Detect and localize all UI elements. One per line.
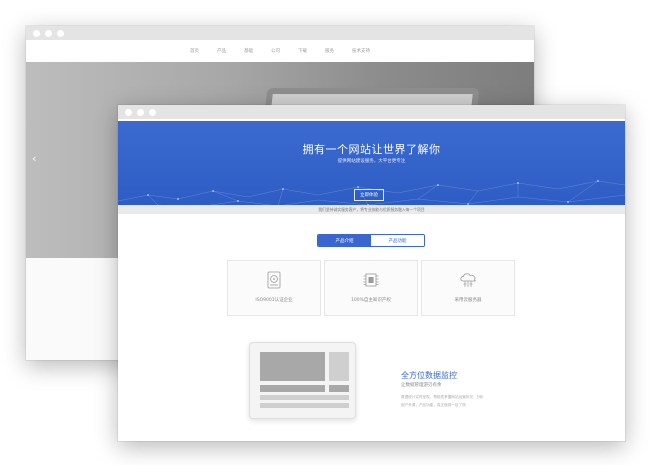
back-window-titlebar xyxy=(26,26,534,40)
chart-block xyxy=(329,352,349,381)
tab-product-features[interactable]: 产品功能 xyxy=(371,235,424,246)
hero-subtitle: 提供网站建设服务，大平台更专注 xyxy=(337,159,406,164)
feature-subtitle: 让数据管理游刃有余 xyxy=(401,383,442,388)
card-label-cloud: 采用云服务器 xyxy=(454,298,482,303)
cloud-server-icon xyxy=(460,273,476,287)
nav-item-support[interactable]: 技术支持 xyxy=(352,48,370,54)
nav-item-products[interactable]: 产品 xyxy=(217,48,226,54)
chip-icon xyxy=(363,273,379,287)
card-label-ip: 100%自主知识产权 xyxy=(351,298,391,303)
carousel-prev-arrow-icon[interactable]: ‹ xyxy=(32,152,36,165)
card-iso: ISO9001认证企业 xyxy=(227,260,321,316)
hard-disk-icon xyxy=(267,271,281,289)
hero-banner: 拥有一个网站让世界了解你 提供网站建设服务，大平台更专注 立即体验 xyxy=(118,121,625,214)
product-tabs: 产品介绍 产品功能 xyxy=(317,234,425,247)
tab-product-intro[interactable]: 产品介绍 xyxy=(318,235,371,246)
chart-block xyxy=(260,385,325,392)
feature-title: 全方位数据监控 xyxy=(401,371,457,380)
chart-block xyxy=(260,403,349,408)
nav-item-company[interactable]: 公司 xyxy=(271,48,280,54)
nav-item-home[interactable]: 首页 xyxy=(190,48,199,54)
feature-description-line: 用户来源，产品功能，真正做到一目了然 xyxy=(401,403,466,407)
back-nav-bar: 首页 产品 基础 公司 下载 服务 技术支持 xyxy=(26,40,534,63)
notice-bar: 我们坚持诚实服务客户，将专业技能与优质服务融入每一个项目 xyxy=(118,205,625,214)
nav-item-download[interactable]: 下载 xyxy=(298,48,307,54)
try-now-button[interactable]: 立即体验 xyxy=(354,189,384,201)
chart-block xyxy=(260,395,349,400)
chart-block xyxy=(260,352,325,381)
window-dot xyxy=(57,30,64,37)
nav-item-basics[interactable]: 基础 xyxy=(244,48,253,54)
hero-title: 拥有一个网站让世界了解你 xyxy=(302,143,441,156)
window-dot xyxy=(137,109,144,116)
nav-item-service[interactable]: 服务 xyxy=(325,48,334,54)
front-window-titlebar xyxy=(118,105,625,119)
window-dot xyxy=(125,109,132,116)
feature-cards: ISO9001认证企业 100%自主知识产权 采用云服务器 xyxy=(227,260,515,316)
front-browser-window: 拥有一个网站让世界了解你 提供网站建设服务，大平台更专注 立即体验 我们坚持诚实… xyxy=(118,105,625,441)
window-dot xyxy=(45,30,52,37)
card-cloud: 采用云服务器 xyxy=(421,260,515,316)
card-label-iso: ISO9001认证企业 xyxy=(255,298,293,303)
card-ip: 100%自主知识产权 xyxy=(324,260,418,316)
dashboard-tablet-illustration xyxy=(249,342,356,419)
feature-description-line: 数据统计实时呈现，帮助您掌握网站运营状况，分析 xyxy=(401,395,484,399)
window-dot xyxy=(149,109,156,116)
window-dot xyxy=(33,30,40,37)
chart-block xyxy=(329,385,349,392)
